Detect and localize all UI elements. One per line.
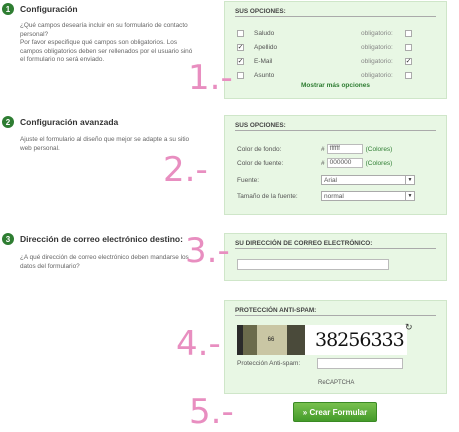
create-form-button[interactable]: » Crear Formular (293, 402, 377, 422)
step-number-badge: 3 (2, 233, 14, 245)
field-row-saludo: Saludo obligatorio: (237, 28, 434, 38)
section-1-header: 1 Configuración (2, 3, 78, 15)
required-checkbox[interactable] (405, 29, 412, 37)
description-line: ¿Qué campos desearía incluir en su formu… (20, 22, 188, 29)
chevron-down-icon: ▼ (405, 192, 414, 200)
options-panel: SUS OPCIONES: Saludo obligatorio: ✓ Apel… (224, 1, 447, 99)
handwritten-annotation: 3.- (185, 231, 230, 271)
step-number-badge: 1 (2, 3, 14, 15)
field-label: E-Mail (254, 57, 273, 65)
font-label: Fuente: (237, 176, 260, 184)
colors-link[interactable]: (Colores) (366, 146, 393, 153)
panel-title: SUS OPCIONES: (235, 122, 436, 131)
hash-symbol: # (321, 159, 325, 167)
include-checkbox[interactable] (237, 29, 244, 37)
hash-symbol: # (321, 145, 325, 153)
font-size-label: Tamaño de la fuente: (237, 192, 298, 200)
more-options-link[interactable]: Mostrar más opciones (301, 82, 370, 89)
required-checkbox[interactable] (405, 43, 412, 51)
field-label: Saludo (254, 29, 275, 37)
font-size-row: Tamaño de la fuente: normal ▼ (237, 191, 434, 201)
include-checkbox[interactable]: ✓ (237, 57, 244, 65)
section-2-header: 2 Configuración avanzada (2, 116, 118, 128)
antispam-input[interactable] (317, 358, 403, 369)
required-checkbox[interactable]: ✓ (405, 57, 412, 65)
required-label: obligatorio: (361, 29, 393, 37)
field-row-asunto: Asunto obligatorio: (237, 70, 434, 80)
field-row-email: ✓ E-Mail obligatorio: ✓ (237, 56, 434, 66)
font-color-input[interactable]: 000000 (326, 158, 363, 168)
font-select-value: Arial (324, 176, 338, 184)
section-3-header: 3 Dirección de correo electrónico destin… (2, 233, 183, 245)
panel-title: SUS OPCIONES: (235, 8, 436, 17)
email-panel: SU DIRECCIÓN DE CORREO ELECTRÓNICO: (224, 233, 447, 281)
colors-link[interactable]: (Colores) (366, 160, 393, 167)
field-row-apellido: ✓ Apellido obligatorio: (237, 42, 434, 52)
font-row: Fuente: Arial ▼ (237, 175, 434, 185)
captcha-photo: 66 (237, 325, 305, 355)
description-line: personal? (20, 30, 49, 38)
section-title: Configuración (20, 4, 78, 14)
recaptcha-label: ReCAPTCHA (318, 380, 355, 386)
antispam-panel: PROTECCIÓN ANTI-SPAM: 66 38256333 ↻ Prot… (224, 300, 447, 394)
include-checkbox[interactable] (237, 71, 244, 79)
required-label: obligatorio: (361, 57, 393, 65)
font-color-label: Color de fuente: (237, 159, 284, 167)
bg-color-input[interactable]: ffffff (326, 144, 363, 154)
email-input[interactable] (237, 259, 389, 270)
captcha-word: 38256333 (315, 329, 405, 351)
panel-title: PROTECCIÓN ANTI-SPAM: (235, 307, 436, 316)
handwritten-annotation: 1.- (188, 58, 233, 98)
field-label: Apellido (254, 43, 278, 51)
handwritten-annotation: 5.- (189, 392, 234, 432)
description-line: Por favor especifique qué campos son obl… (20, 39, 178, 46)
required-label: obligatorio: (361, 71, 393, 79)
refresh-icon[interactable]: ↻ (405, 322, 413, 333)
font-size-select-value: normal (324, 192, 344, 200)
advanced-options-panel: SUS OPCIONES: Color de fondo: # ffffff (… (224, 115, 447, 215)
step-number-badge: 2 (2, 116, 14, 128)
field-label: Asunto (254, 71, 275, 79)
captcha-image: 66 38256333 (237, 325, 407, 355)
required-label: obligatorio: (361, 43, 393, 51)
antispam-input-label: Protección Anti-spam: (237, 360, 301, 367)
section-title: Configuración avanzada (20, 117, 119, 127)
chevron-down-icon: ▼ (405, 176, 414, 184)
font-size-select[interactable]: normal ▼ (321, 191, 415, 201)
bg-color-label: Color de fondo: (237, 145, 282, 153)
handwritten-annotation: 2.- (163, 150, 208, 190)
description-line: campos obligatorios deben ser rellenados… (20, 47, 193, 55)
panel-title: SU DIRECCIÓN DE CORREO ELECTRÓNICO: (235, 240, 436, 249)
handwritten-annotation: 4.- (176, 324, 221, 364)
include-checkbox[interactable]: ✓ (237, 43, 244, 51)
font-color-row: Color de fuente: # 000000 (Colores) (237, 158, 434, 168)
section-title: Dirección de correo electrónico destino: (20, 234, 183, 244)
required-checkbox[interactable] (405, 71, 412, 79)
description-line: Ajuste el formulario al diseño que mejor… (20, 136, 190, 143)
bg-color-row: Color de fondo: # ffffff (Colores) (237, 144, 434, 154)
font-select[interactable]: Arial ▼ (321, 175, 415, 185)
